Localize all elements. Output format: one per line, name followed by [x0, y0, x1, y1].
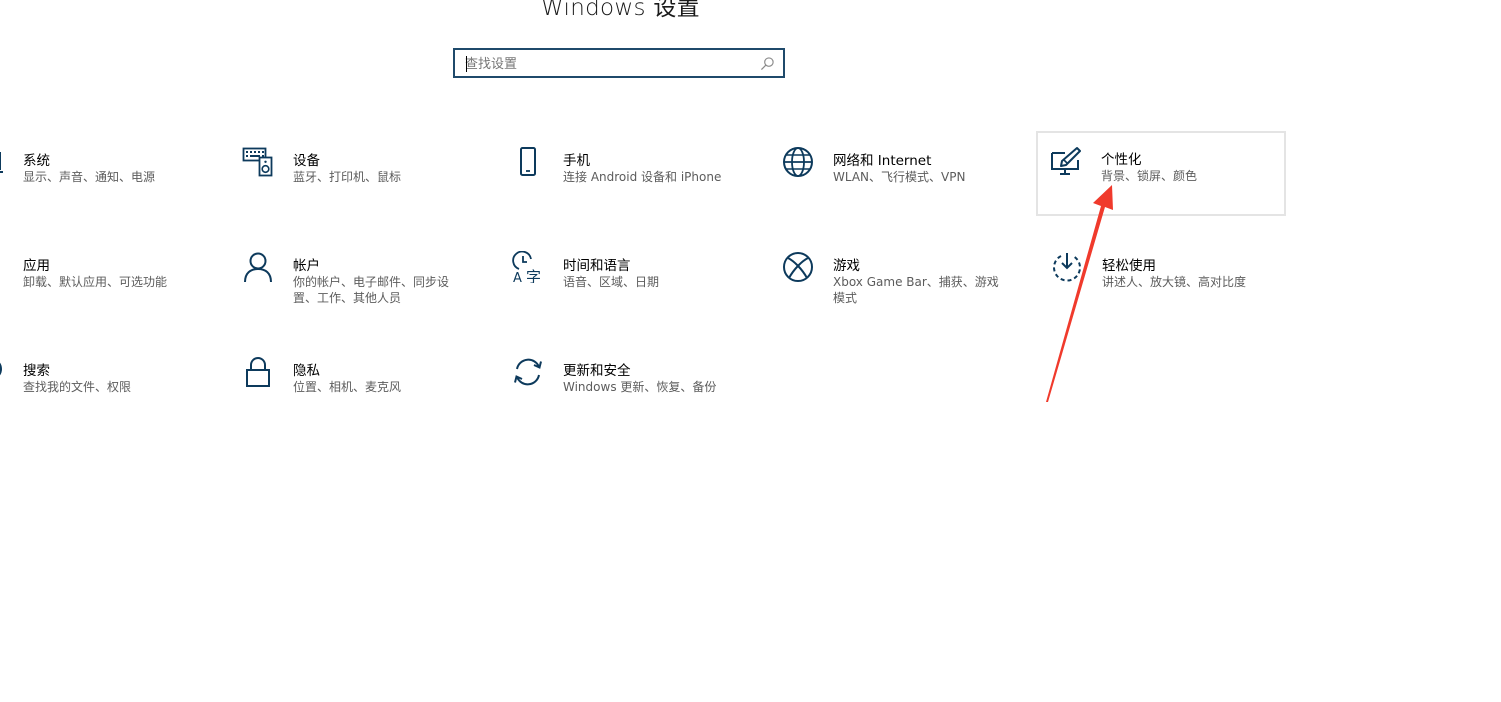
ease-of-access-icon — [1051, 251, 1083, 283]
category-title: 游戏 — [833, 258, 860, 274]
category-desc: Windows 更新、恢复、备份 — [563, 380, 717, 394]
category-time-language[interactable]: A 字 时间和语言 语音、区域、日期 — [498, 237, 746, 321]
category-desc: 语音、区域、日期 — [563, 275, 660, 289]
category-desc: 显示、声音、通知、电源 — [23, 170, 156, 184]
magnifier-icon — [0, 356, 4, 388]
category-desc: 卸载、默认应用、可选功能 — [23, 275, 168, 289]
svg-text:A: A — [513, 271, 522, 283]
category-title: 隐私 — [293, 363, 320, 379]
category-gaming[interactable]: 游戏 Xbox Game Bar、捕获、游戏模式 — [768, 237, 1016, 321]
category-title: 更新和安全 — [563, 363, 631, 379]
category-desc: WLAN、飞行模式、VPN — [833, 170, 966, 184]
category-apps[interactable]: 应用 卸载、默认应用、可选功能 — [0, 237, 206, 321]
category-devices[interactable]: 设备 蓝牙、打印机、鼠标 — [228, 132, 476, 216]
search-box[interactable] — [453, 48, 785, 78]
category-title: 时间和语言 — [563, 258, 631, 274]
category-title: 搜索 — [23, 363, 50, 379]
phone-icon — [512, 146, 544, 178]
category-desc: 背景、锁屏、颜色 — [1101, 169, 1198, 183]
keyboard-speaker-icon — [242, 146, 274, 178]
category-title: 应用 — [23, 258, 50, 274]
category-phone[interactable]: 手机 连接 Android 设备和 iPhone — [498, 132, 746, 216]
category-title: 帐户 — [293, 258, 320, 274]
category-search[interactable]: 搜索 查找我的文件、权限 — [0, 342, 206, 426]
category-personalization[interactable]: 个性化 背景、锁屏、颜色 — [1036, 131, 1286, 216]
category-accounts[interactable]: 帐户 你的帐户、电子邮件、同步设置、工作、其他人员 — [228, 237, 476, 321]
search-input[interactable] — [465, 53, 755, 75]
category-desc: 位置、相机、麦克风 — [293, 380, 402, 394]
category-desc: 查找我的文件、权限 — [23, 380, 132, 394]
paintbrush-monitor-icon — [1049, 145, 1081, 177]
category-privacy[interactable]: 隐私 位置、相机、麦克风 — [228, 342, 476, 426]
category-desc: 连接 Android 设备和 iPhone — [563, 170, 722, 184]
xbox-icon — [782, 251, 814, 283]
search-icon[interactable] — [760, 56, 775, 71]
category-title: 个性化 — [1101, 152, 1142, 168]
category-title: 设备 — [293, 153, 320, 169]
apps-list-icon — [0, 251, 4, 283]
category-desc: 讲述人、放大镜、高对比度 — [1102, 275, 1247, 289]
refresh-icon — [512, 356, 544, 388]
page-title: Windows 设置 — [541, 0, 700, 21]
category-ease-of-access[interactable]: 轻松使用 讲述人、放大镜、高对比度 — [1037, 237, 1285, 321]
lock-icon — [242, 356, 274, 388]
laptop-icon — [0, 146, 4, 178]
globe-icon — [782, 146, 814, 178]
person-icon — [242, 251, 274, 283]
category-title: 手机 — [563, 153, 590, 169]
text-caret — [466, 56, 467, 72]
category-desc: Xbox Game Bar、捕获、游戏模式 — [833, 275, 999, 305]
category-update-security[interactable]: 更新和安全 Windows 更新、恢复、备份 — [498, 342, 746, 426]
settings-home: Windows 设置 系统 显示、声音、通知、电源 — [0, 0, 1501, 702]
category-title: 系统 — [23, 153, 50, 169]
clock-language-icon: A 字 — [512, 251, 544, 283]
category-desc: 蓝牙、打印机、鼠标 — [293, 170, 402, 184]
category-desc: 你的帐户、电子邮件、同步设置、工作、其他人员 — [293, 275, 450, 305]
category-network[interactable]: 网络和 Internet WLAN、飞行模式、VPN — [768, 132, 1016, 216]
category-title: 轻松使用 — [1102, 258, 1156, 274]
category-title: 网络和 Internet — [833, 153, 932, 169]
svg-text:字: 字 — [526, 268, 541, 283]
category-system[interactable]: 系统 显示、声音、通知、电源 — [0, 132, 206, 216]
